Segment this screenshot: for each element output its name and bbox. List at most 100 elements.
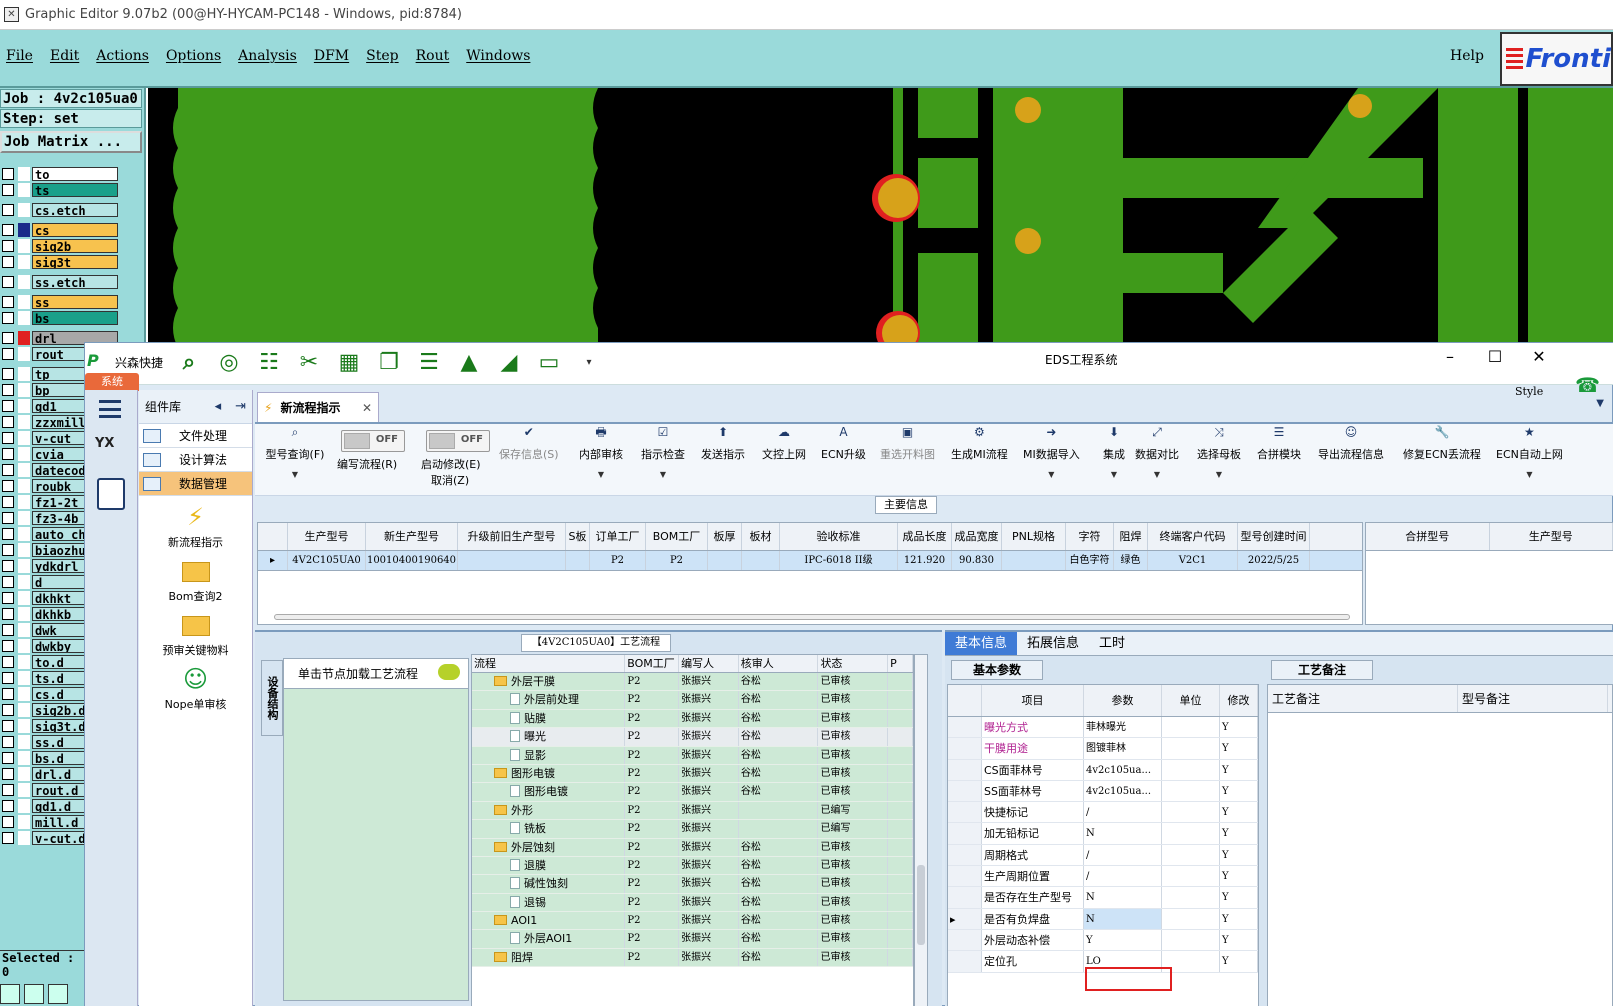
table-cell[interactable]: 90.830 bbox=[952, 551, 1002, 570]
toolbar-button[interactable]: ✔ 保存信息(S) bbox=[499, 424, 559, 462]
tree-node[interactable]: 碱性蚀刻 bbox=[472, 875, 626, 893]
column-header[interactable]: 参数 bbox=[1084, 685, 1162, 716]
tree-row[interactable]: 外层干膜 P2 张振兴 谷松 已审核 bbox=[472, 673, 913, 692]
toolbar-button[interactable]: ⬇ 集成 ▼ bbox=[1103, 424, 1125, 479]
tab-basic-params[interactable]: 基本参数 bbox=[951, 660, 1043, 680]
scissors-icon[interactable]: ✂ bbox=[295, 349, 323, 375]
layer-checkbox[interactable] bbox=[2, 204, 14, 216]
table-cell[interactable]: 2022/5/25 bbox=[1238, 551, 1310, 570]
layer-checkbox[interactable] bbox=[2, 224, 14, 236]
tree-node[interactable]: 贴膜 bbox=[472, 709, 626, 728]
tree-row[interactable]: 碱性蚀刻 P2 张振兴 谷松 已审核 bbox=[472, 875, 913, 894]
layer-checkbox[interactable] bbox=[2, 560, 14, 572]
layer-checkbox[interactable] bbox=[2, 640, 14, 652]
column-header[interactable]: 合拼型号 bbox=[1366, 523, 1490, 550]
sidebar-item[interactable]: 文件处理 bbox=[139, 424, 252, 448]
layer-checkbox[interactable] bbox=[2, 348, 14, 360]
menu-help[interactable]: Help bbox=[1450, 48, 1484, 64]
param-value[interactable]: N bbox=[1084, 908, 1162, 929]
tree-node[interactable]: 外层前处理 bbox=[472, 691, 626, 709]
layer-checkbox[interactable] bbox=[2, 800, 14, 812]
cancel-label[interactable]: 取消(Z) bbox=[431, 472, 469, 488]
tree-node[interactable]: 退膜 bbox=[472, 856, 626, 875]
layer-name[interactable]: cs bbox=[32, 223, 118, 237]
tree-node[interactable]: 阻焊 bbox=[472, 948, 626, 967]
column-header[interactable]: 项目 bbox=[982, 685, 1084, 716]
tabs-dropdown-icon[interactable]: ▼ bbox=[1596, 398, 1604, 409]
tree-row[interactable]: AOI1 P2 张振兴 谷松 已审核 bbox=[472, 912, 913, 931]
tool-icon[interactable] bbox=[48, 984, 68, 1004]
layer-checkbox[interactable] bbox=[2, 656, 14, 668]
column-header[interactable]: P bbox=[888, 655, 913, 672]
layer-checkbox[interactable] bbox=[2, 624, 14, 636]
column-header[interactable]: 型号创建时间 bbox=[1238, 523, 1310, 550]
layer-name[interactable]: bs bbox=[32, 311, 118, 325]
layer-row[interactable]: bs bbox=[0, 310, 118, 326]
param-row[interactable]: ▸ 是否有负焊盘 N Y bbox=[948, 908, 1258, 930]
layer-row[interactable]: cs.etch bbox=[0, 202, 118, 218]
tree-row[interactable]: 外层AOI1 P2 张振兴 谷松 已审核 bbox=[472, 930, 913, 949]
chart-icon[interactable]: ◢ bbox=[495, 349, 523, 375]
toolbar-button[interactable]: ⚙ 生成MI流程 bbox=[951, 424, 1008, 462]
column-header[interactable]: 阻焊 bbox=[1114, 523, 1148, 550]
layer-checkbox[interactable] bbox=[2, 496, 14, 508]
toolbar-button[interactable]: ⤢ 数据对比 ▼ bbox=[1135, 424, 1179, 479]
tool-icon[interactable] bbox=[24, 984, 44, 1004]
sidebar-shortcut[interactable]: ☺ Nope单审核 bbox=[139, 664, 252, 712]
column-header[interactable]: BOM工厂 bbox=[625, 655, 680, 672]
layer-checkbox[interactable] bbox=[2, 448, 14, 460]
param-value[interactable]: / bbox=[1084, 844, 1162, 866]
layer-checkbox[interactable] bbox=[2, 184, 14, 196]
param-value[interactable]: N bbox=[1084, 823, 1162, 844]
layer-row[interactable]: ts bbox=[0, 182, 118, 198]
column-header[interactable]: 流程 bbox=[472, 655, 626, 672]
pcb-canvas[interactable] bbox=[148, 88, 1613, 348]
toolbar-button[interactable]: 🖶 内部审核 ▼ bbox=[579, 424, 623, 479]
column-header[interactable]: 单位 bbox=[1162, 685, 1220, 716]
tree-node[interactable]: 图形电镀 bbox=[472, 764, 626, 783]
layer-checkbox[interactable] bbox=[2, 832, 14, 844]
column-header[interactable]: 成品长度 bbox=[898, 523, 952, 550]
table-cell[interactable]: 绿色 bbox=[1114, 551, 1148, 570]
layer-checkbox[interactable] bbox=[2, 720, 14, 732]
tab-new-process[interactable]: ⚡ 新流程指示 ✕ bbox=[257, 392, 379, 422]
menu-edit[interactable]: Edit bbox=[50, 48, 79, 64]
calculator-module-icon[interactable] bbox=[97, 478, 125, 510]
menu-icon[interactable] bbox=[99, 400, 121, 418]
edit-flow-toggle[interactable]: OFF bbox=[341, 430, 405, 452]
layer-row[interactable]: ss.etch bbox=[0, 274, 118, 290]
table-cell[interactable] bbox=[1002, 551, 1066, 570]
param-row[interactable]: 周期格式 / Y bbox=[948, 844, 1258, 867]
param-row[interactable]: 外层动态补偿 Y Y bbox=[948, 929, 1258, 952]
layer-checkbox[interactable] bbox=[2, 688, 14, 700]
layer-row[interactable]: sig2b bbox=[0, 238, 118, 254]
column-header[interactable]: 板材 bbox=[742, 523, 780, 550]
table-cell[interactable]: 4V2C105UA0 bbox=[288, 551, 366, 570]
tab-close-icon[interactable]: ✕ bbox=[362, 401, 372, 415]
column-header[interactable]: 工艺备注 bbox=[1268, 685, 1458, 712]
tree-row[interactable]: 退锡 P2 张振兴 谷松 已审核 bbox=[472, 893, 913, 913]
tree-row[interactable]: 外层蚀刻 P2 张振兴 谷松 已审核 bbox=[472, 838, 913, 857]
table-cell[interactable]: V2C1 bbox=[1148, 551, 1238, 570]
sidebar-shortcut[interactable]: ⚡ 新流程指示 bbox=[139, 502, 252, 550]
menu-analysis[interactable]: Analysis bbox=[238, 48, 297, 64]
layer-checkbox[interactable] bbox=[2, 672, 14, 684]
layer-checkbox[interactable] bbox=[2, 736, 14, 748]
layer-checkbox[interactable] bbox=[2, 384, 14, 396]
tree-node[interactable]: 外形 bbox=[472, 801, 626, 820]
toolbar-button[interactable]: ➜ MI数据导入 ▼ bbox=[1023, 424, 1080, 479]
query-button[interactable]: ⌕ 型号查询(F) ▼ bbox=[259, 424, 331, 479]
list-icon[interactable]: ☰ bbox=[415, 349, 443, 375]
table-cell[interactable] bbox=[566, 551, 590, 570]
param-value[interactable]: N bbox=[1084, 887, 1162, 908]
column-header[interactable]: 验收标准 bbox=[780, 523, 898, 550]
tree-node[interactable]: 外层干膜 bbox=[472, 673, 626, 691]
table-cell[interactable]: 121.920 bbox=[898, 551, 952, 570]
param-value[interactable]: 图镀菲林 bbox=[1084, 738, 1162, 759]
layer-name[interactable]: sig3t bbox=[32, 255, 118, 269]
column-header[interactable]: 编写人 bbox=[679, 655, 739, 672]
layer-checkbox[interactable] bbox=[2, 608, 14, 620]
layer-checkbox[interactable] bbox=[2, 332, 14, 344]
pin-icon[interactable]: ⇥ bbox=[235, 399, 246, 414]
tree-row[interactable]: 图形电镀 P2 张振兴 谷松 已审核 bbox=[472, 783, 913, 802]
